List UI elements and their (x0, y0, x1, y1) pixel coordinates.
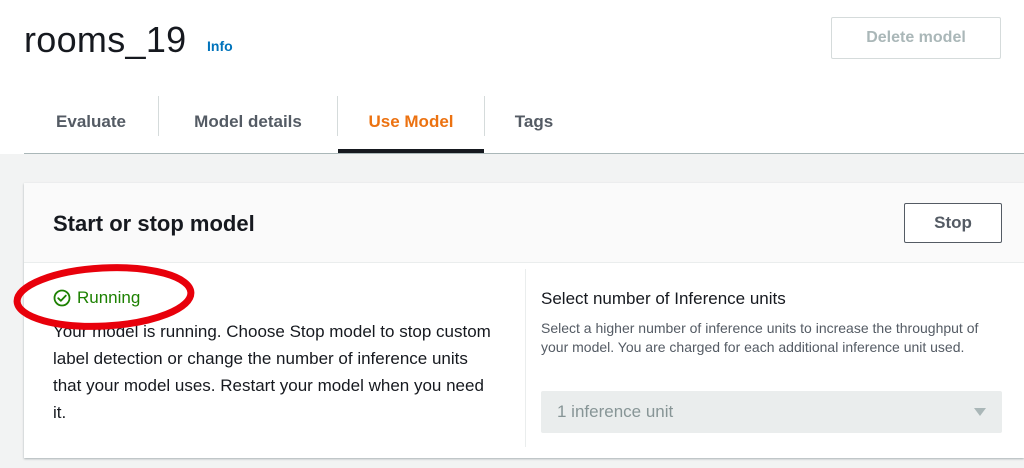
info-link[interactable]: Info (207, 38, 233, 54)
status-description: Your model is running. Choose Stop model… (53, 322, 491, 422)
page-title: rooms_19 (24, 19, 187, 60)
delete-model-button[interactable]: Delete model (831, 17, 1001, 59)
inference-units-hint: Select a higher number of inference unit… (541, 320, 979, 355)
stop-button[interactable]: Stop (904, 203, 1002, 243)
caret-down-icon (974, 408, 986, 416)
inference-units-value: 1 inference unit (557, 402, 674, 421)
tab-bar: Evaluate Model details Use Model Tags (24, 92, 1024, 154)
panel-title: Start or stop model (53, 211, 255, 236)
tab-evaluate[interactable]: Evaluate (24, 92, 158, 152)
status-label: Running (77, 288, 141, 307)
tab-model-details[interactable]: Model details (159, 92, 337, 152)
column-divider (525, 269, 526, 447)
tab-tags[interactable]: Tags (485, 92, 583, 152)
panel-header: Start or stop model Stop (24, 183, 1024, 263)
inference-units-select[interactable]: 1 inference unit (541, 391, 1002, 433)
tab-use-model[interactable]: Use Model (338, 92, 484, 152)
status-indicator: Running (53, 288, 140, 308)
tabs-divider (24, 153, 1024, 154)
inference-units-label: Select number of Inference units (541, 289, 786, 308)
check-circle-icon (53, 289, 71, 307)
start-stop-model-panel: Start or stop model Stop Running Your mo… (24, 183, 1024, 458)
